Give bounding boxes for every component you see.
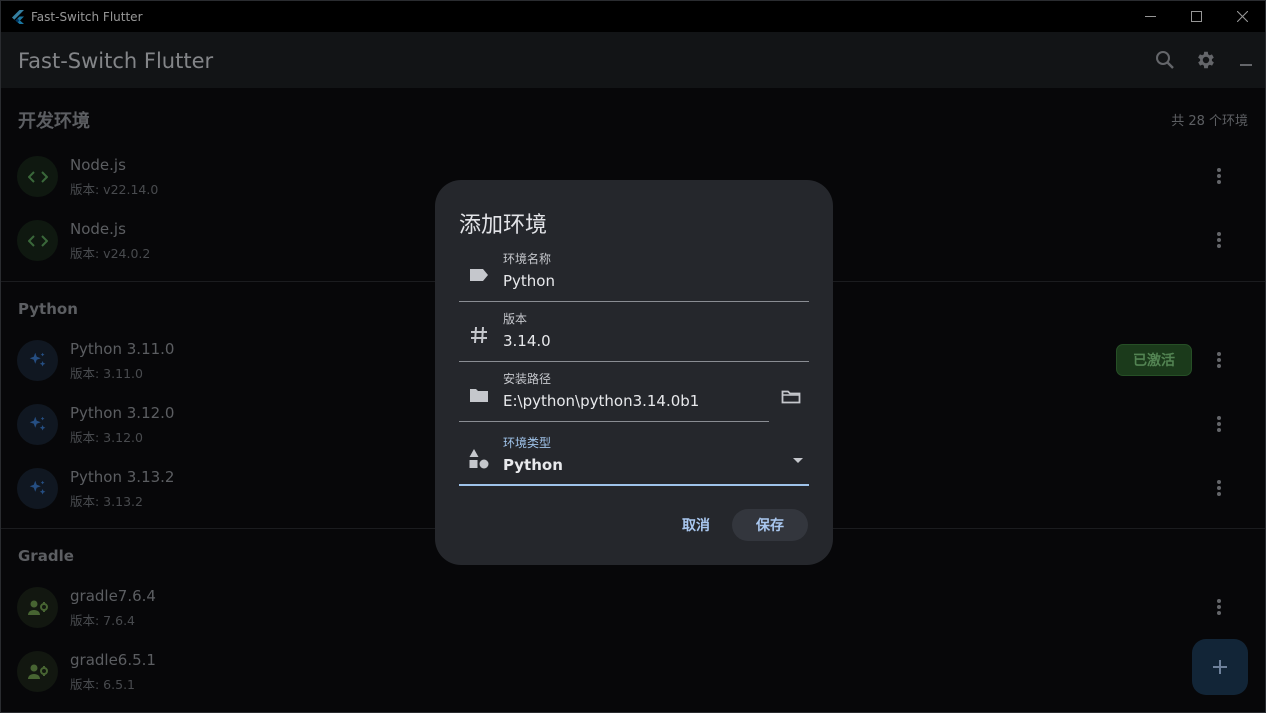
app-window: Fast-Switch Flutter Fast-Switch Flutter … [0,0,1266,713]
field-value[interactable]: Python [503,456,563,474]
env-type-select[interactable]: 环境类型 Python [459,430,809,486]
field-label: 环境类型 [503,436,552,450]
hash-icon [467,323,491,347]
field-underline [459,361,809,362]
category-icon [467,447,491,471]
field-label: 环境名称 [503,252,552,266]
version-field[interactable]: 版本 3.14.0 [459,306,809,362]
dialog-title: 添加环境 [459,213,548,238]
folder-icon [467,383,491,407]
field-label: 安装路径 [503,372,552,386]
field-value[interactable]: 3.14.0 [503,332,551,350]
field-underline [459,421,769,422]
install-path-field[interactable]: 安装路径 E:\python\python3.14.0b1 [459,366,769,422]
browse-folder-button[interactable] [779,385,803,409]
folder-open-icon [781,390,801,404]
field-value[interactable]: E:\python\python3.14.0b1 [503,392,699,410]
field-underline [459,301,809,302]
save-button[interactable]: 保存 [732,509,808,541]
env-name-field[interactable]: 环境名称 Python [459,246,809,302]
add-env-dialog: 添加环境 环境名称 Python 版本 3.14.0 安装路径 E:\pytho… [435,180,833,565]
cancel-button[interactable]: 取消 [671,509,721,541]
field-label: 版本 [503,312,528,326]
chevron-down-icon [793,458,803,463]
field-underline [459,484,809,486]
label-icon [467,263,491,287]
field-value[interactable]: Python [503,272,555,290]
